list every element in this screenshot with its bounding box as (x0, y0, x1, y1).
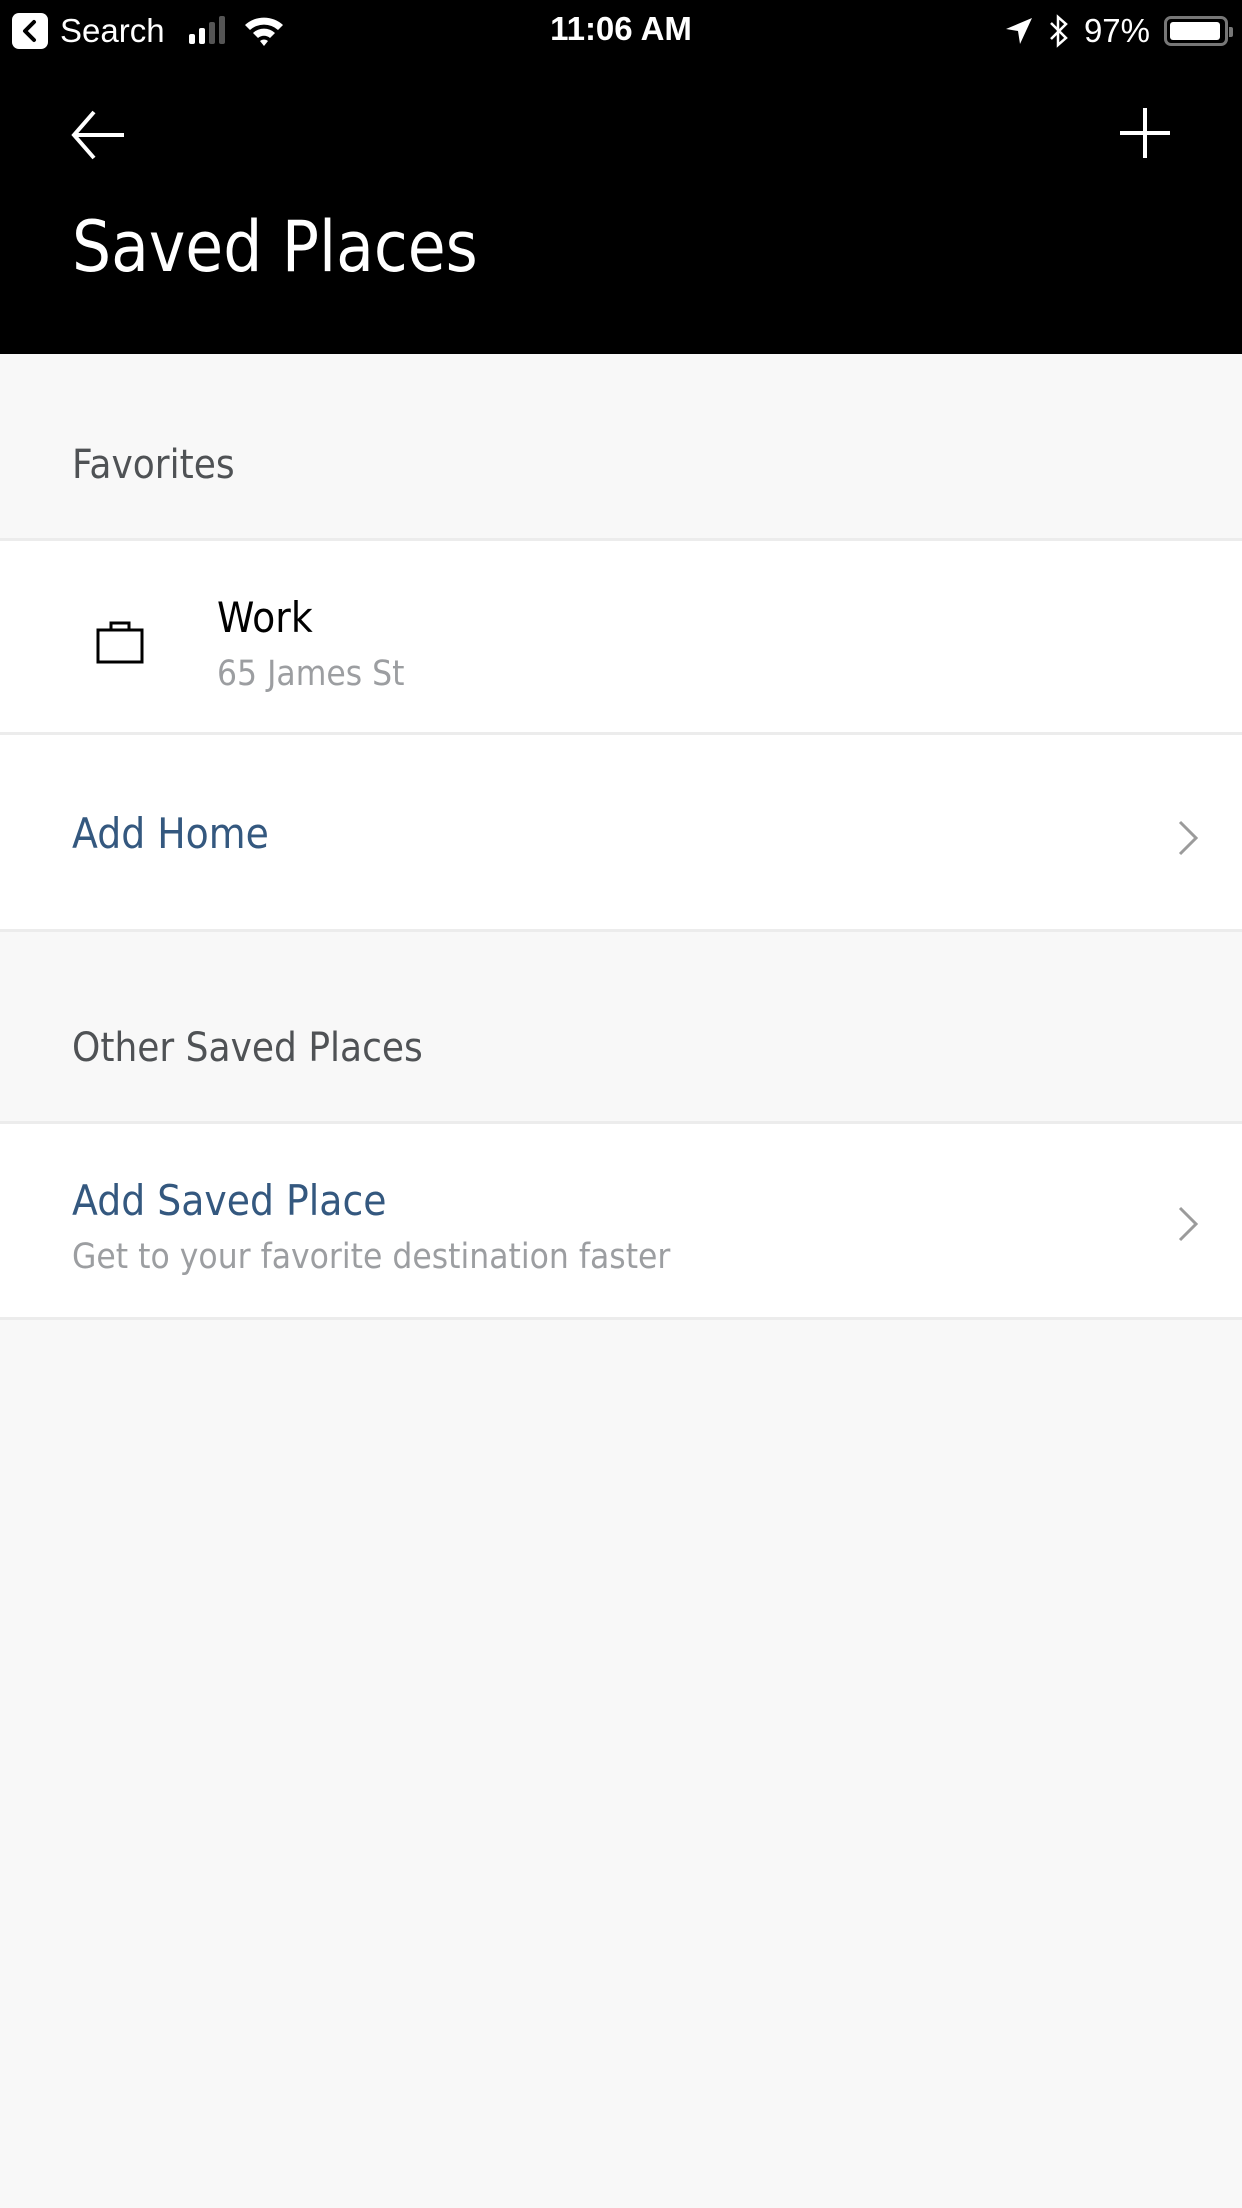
arrow-left-icon (71, 110, 124, 160)
place-address: 65 James St (217, 654, 405, 694)
header-bar: Search 11:06 AM 97% Saved Places (0, 0, 1242, 354)
add-home-row[interactable]: Add Home (0, 732, 1242, 932)
place-title: Work (217, 593, 313, 642)
section-header-favorites: Favorites (0, 354, 1242, 541)
add-saved-place-hint: Get to your favorite destination faster (72, 1237, 671, 1277)
status-bar: Search 11:06 AM 97% (0, 0, 1242, 62)
page-title: Saved Places (72, 206, 478, 288)
chevron-right-icon (1178, 1206, 1199, 1242)
section-label: Other Saved Places (72, 1025, 423, 1071)
add-home-label: Add Home (72, 809, 269, 858)
section-header-other-saved-places: Other Saved Places (0, 932, 1242, 1123)
briefcase-icon (96, 621, 144, 664)
plus-icon (1120, 108, 1170, 158)
bluetooth-icon (1050, 14, 1068, 48)
location-arrow-icon (1005, 18, 1032, 44)
back-arrow-button[interactable] (70, 108, 130, 162)
add-saved-place-label: Add Saved Place (72, 1176, 387, 1225)
battery-fill (1170, 22, 1221, 40)
add-saved-place-row[interactable]: Add Saved Place Get to your favorite des… (0, 1121, 1242, 1320)
battery-icon (1164, 16, 1233, 46)
battery-percent: 97% (1083, 12, 1150, 49)
status-right: 97% (1004, 12, 1233, 50)
chevron-right-icon (1178, 820, 1199, 856)
saved-place-work[interactable]: Work 65 James St (0, 538, 1242, 735)
section-label: Favorites (72, 442, 235, 488)
add-place-button[interactable] (1118, 106, 1172, 160)
